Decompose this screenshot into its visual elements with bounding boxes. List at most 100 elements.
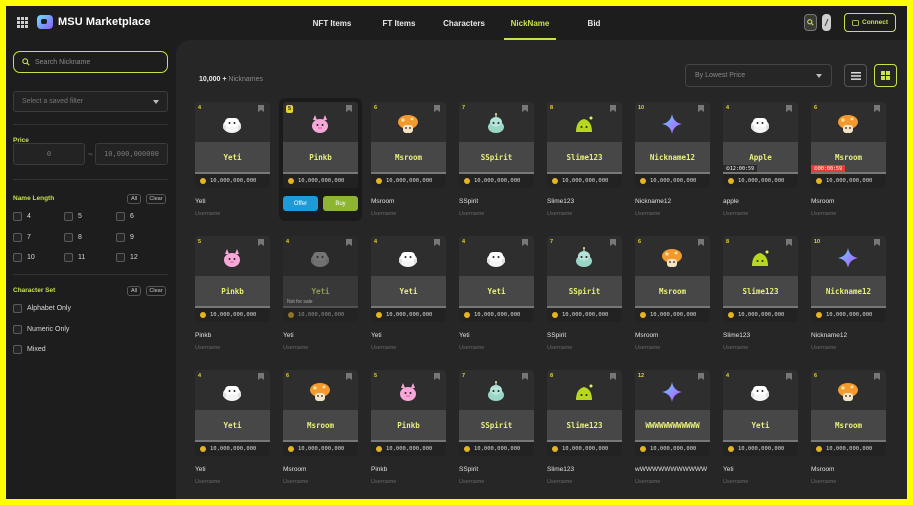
coin-icon (376, 446, 382, 452)
main-content: 10,000 + Nicknames By Lowest Price Yeti 1… (176, 40, 907, 499)
name-length-8-checkbox[interactable]: 8 (64, 233, 82, 242)
saved-filter-select[interactable]: Select a saved filter (13, 91, 168, 112)
nav-ft-items[interactable]: FT Items (368, 6, 430, 40)
nickname-card[interactable]: SSpirit 10,000,000,000 7 SSpirit Username (459, 102, 534, 220)
card-price-bar: 10,000,000,000 (371, 308, 446, 322)
price-min-input[interactable]: 0 (13, 143, 85, 165)
nickname-card[interactable]: Nickname12 10,000,000,000 10 Nickname12 User… (635, 102, 710, 220)
length-badge: 6 (286, 373, 290, 379)
name-length-all-button[interactable]: All (127, 194, 141, 204)
card-price-bar: 10,000,000,000 (723, 308, 798, 322)
mushroom-icon (397, 113, 419, 135)
character-set-all-button[interactable]: All (127, 286, 141, 296)
name-length-7-checkbox[interactable]: 7 (13, 233, 31, 242)
nickname-card[interactable]: WWWWWWWWWWWW 10,000,000,000 12 wWWWWWWWWWWW… (635, 370, 710, 488)
nav-nickname[interactable]: NickName (498, 6, 562, 40)
nickname-card[interactable]: SSpirit 10,000,000,000 7 SSpirit Username (547, 236, 622, 354)
card-owner: Username (195, 211, 221, 217)
name-length-9-checkbox[interactable]: 9 (116, 233, 134, 242)
card-price: 10,000,000,000 (298, 312, 345, 318)
nav-characters[interactable]: Characters (430, 6, 498, 40)
name-length-4-checkbox[interactable]: 4 (13, 212, 31, 221)
charset-numeric-checkbox[interactable]: Numeric Only (13, 325, 69, 334)
nickname-card[interactable]: SSpirit 10,000,000,000 7 SSpirit Username (459, 370, 534, 488)
card-nickname: Nickname12 (825, 286, 872, 296)
nickname-card[interactable]: Pinkb 10,000,000,000 5 Pinkb Username (195, 236, 270, 354)
character-set-clear-button[interactable]: Clear (146, 286, 166, 296)
spirit-icon (573, 247, 595, 269)
nickname-card[interactable]: Yeti 10,000,000,000 4 Yeti Username (371, 236, 446, 354)
price-max-input[interactable]: 10,000,000000 (95, 143, 168, 165)
nickname-card[interactable]: Msroom 10,000,000,000 6 Msroom Username (811, 370, 886, 488)
card-title: Slime123 (723, 332, 751, 339)
card-price-bar: 10,000,000,000 (283, 174, 358, 188)
name-length-6-checkbox[interactable]: 6 (116, 212, 134, 221)
nickname-search-input[interactable]: Search Nickname (13, 51, 168, 73)
card-nameplate: Slime123 (723, 276, 798, 306)
coin-icon (640, 446, 646, 452)
nav-bid[interactable]: Bid (562, 6, 626, 40)
nickname-card[interactable]: Yeti 10,000,000,000 4 Yeti Username (459, 236, 534, 354)
coin-icon (464, 446, 470, 452)
nickname-card[interactable]: Yeti 10,000,000,000 4 Yeti Username (195, 370, 270, 488)
card-owner: Username (459, 345, 485, 351)
coin-icon (288, 178, 294, 184)
msu-logo-icon (37, 15, 53, 29)
card-price-bar: 10,000,000,000 (547, 174, 622, 188)
name-length-12-checkbox[interactable]: 12 (116, 253, 138, 262)
grid-view-button[interactable] (874, 64, 897, 87)
wallet-icon (852, 19, 859, 26)
coin-icon (640, 178, 646, 184)
nav-nft-items[interactable]: NFT Items (296, 6, 368, 40)
card-nickname: Pinkb (397, 420, 420, 430)
nickname-card[interactable]: Slime123 10,000,000,000 8 Slime123 Username (547, 370, 622, 488)
nickname-card[interactable]: Pinkb 10,000,000,000 5 Pinkb Username (371, 370, 446, 488)
nickname-card[interactable]: Msroom 10,000,000,000 6 Msroom Username (371, 102, 446, 220)
header-edit-button[interactable] (822, 14, 831, 31)
connect-button[interactable]: Connect (844, 13, 896, 32)
nickname-card[interactable]: Msroom 10,000,000,000 6 Msroom Username (635, 236, 710, 354)
nickname-card[interactable]: Yeti 10,000,000,000 4 Yeti Username (723, 370, 798, 488)
card-owner: Username (811, 479, 837, 485)
nickname-card[interactable]: Slime123 10,000,000,000 8 Slime123 Username (723, 236, 798, 354)
yeti-icon (221, 113, 243, 135)
nickname-card[interactable]: Msroom 10,000,000,000 6 ⏲ 00:00:59 Msroom Use… (811, 102, 886, 220)
card-owner: Username (547, 345, 573, 351)
length-badge: 7 (462, 105, 466, 111)
sort-select[interactable]: By Lowest Price (685, 64, 832, 87)
name-length-clear-button[interactable]: Clear (146, 194, 166, 204)
nickname-card[interactable]: Apple 10,000,000,000 4 ⏲ 12:00:59 apple Usern… (723, 102, 798, 220)
length-badge: 8 (550, 373, 554, 379)
offer-button[interactable]: Offer (283, 196, 318, 211)
charset-mixed-checkbox[interactable]: Mixed (13, 345, 46, 354)
coin-icon (728, 178, 734, 184)
card-price: 10,000,000,000 (386, 446, 433, 452)
card-owner: Username (635, 479, 661, 485)
nickname-card[interactable]: Msroom 10,000,000,000 6 Msroom Username (283, 370, 358, 488)
card-price: 10,000,000,000 (386, 312, 433, 318)
card-nickname: SSpirit (568, 286, 601, 296)
logo[interactable]: MSU Marketplace (37, 15, 151, 29)
list-view-button[interactable] (844, 64, 867, 87)
card-owner: Username (195, 345, 221, 351)
chevron-down-icon (816, 73, 822, 78)
nickname-card[interactable]: Yeti 10,000,000,000 4 Yeti Username (195, 102, 270, 220)
nickname-card[interactable]: Yeti 10,000,000,000 4 Not for sale Yeti Usern… (283, 236, 358, 354)
charset-alphabet-checkbox[interactable]: Alphabet Only (13, 304, 71, 313)
card-price: 10,000,000,000 (210, 312, 257, 318)
name-length-11-checkbox[interactable]: 11 (64, 253, 85, 262)
card-title: Nickname12 (811, 332, 848, 339)
coin-icon (288, 312, 294, 318)
card-title: Pinkb (195, 332, 212, 339)
nickname-card[interactable]: Slime123 10,000,000,000 8 Slime123 Username (547, 102, 622, 220)
name-length-5-checkbox[interactable]: 5 (64, 212, 82, 221)
app-grid-icon[interactable] (17, 17, 28, 28)
pinkbean-icon (309, 113, 331, 135)
name-length-10-checkbox[interactable]: 10 (13, 253, 35, 262)
header-search-button[interactable] (804, 14, 817, 31)
coin-icon (552, 446, 558, 452)
buy-button[interactable]: Buy (323, 196, 358, 211)
nickname-card[interactable]: Nickname12 10,000,000,000 10 Nickname12 User… (811, 236, 886, 354)
card-nameplate: SSpirit (547, 276, 622, 306)
mushroom-icon (661, 247, 683, 269)
